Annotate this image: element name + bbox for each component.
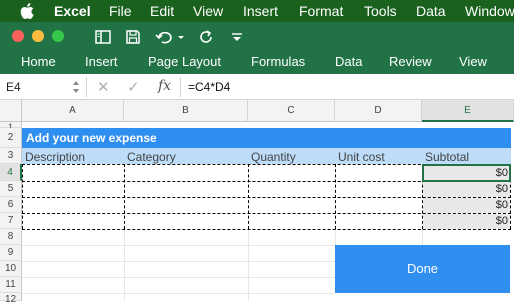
subtotal-value: $0	[495, 183, 508, 195]
row-header-9[interactable]: 9	[0, 245, 22, 261]
tab-data[interactable]: Data	[335, 54, 362, 69]
tab-formulas[interactable]: Formulas	[251, 54, 305, 69]
menu-excel[interactable]: Excel	[54, 3, 91, 19]
table-border	[22, 197, 511, 198]
column-header-c[interactable]: C	[248, 100, 335, 122]
column-header-d[interactable]: D	[335, 100, 422, 122]
ribbon-tabs: Home Insert Page Layout Formulas Data Re…	[0, 50, 514, 74]
table-border	[335, 164, 336, 229]
name-box-stepper-icon[interactable]	[72, 78, 80, 96]
formula-bar-divider	[86, 77, 87, 97]
header-description: Description	[25, 150, 86, 164]
table-border	[124, 164, 125, 229]
zoom-window-button[interactable]	[52, 30, 64, 42]
menu-data[interactable]: Data	[416, 3, 446, 19]
table-border	[22, 213, 511, 214]
row-header-6[interactable]: 6	[0, 197, 22, 213]
grid-line	[124, 229, 125, 301]
menu-edit[interactable]: Edit	[150, 3, 174, 19]
tab-page-layout[interactable]: Page Layout	[148, 54, 221, 69]
title-bar	[0, 22, 514, 50]
grid-line	[422, 229, 423, 245]
menu-bar: Excel File Edit View Insert Format Tools…	[0, 0, 514, 22]
table-border	[248, 164, 249, 229]
menu-insert[interactable]: Insert	[243, 3, 278, 19]
tab-review[interactable]: Review	[389, 54, 432, 69]
row-header-12[interactable]: 12	[0, 293, 22, 305]
header-quantity: Quantity	[251, 150, 296, 164]
insert-function-icon[interactable]: fx	[158, 78, 171, 94]
column-header-e[interactable]: E	[422, 100, 514, 122]
tab-home[interactable]: Home	[21, 54, 56, 69]
grid-line	[335, 229, 336, 245]
subtotal-value: $0	[495, 199, 508, 211]
header-unit-cost: Unit cost	[338, 150, 385, 164]
close-window-button[interactable]	[12, 30, 24, 42]
form-title: Add your new expense	[26, 131, 157, 145]
grid-line	[22, 245, 335, 246]
menu-window[interactable]: Window	[465, 3, 514, 19]
undo-icon[interactable]	[154, 28, 186, 46]
row-header-10[interactable]: 10	[0, 261, 22, 277]
row-header-3[interactable]: 3	[0, 148, 22, 164]
sidebar-toggle-icon[interactable]	[94, 28, 112, 46]
tab-view[interactable]: View	[459, 54, 487, 69]
row-header-2[interactable]: 2	[0, 128, 22, 148]
grid-line	[248, 229, 249, 301]
table-border	[22, 164, 23, 229]
minimize-window-button[interactable]	[32, 30, 44, 42]
table-border	[22, 229, 511, 230]
redo-icon[interactable]	[198, 28, 216, 46]
done-button[interactable]: Done	[335, 245, 510, 293]
row-header-8[interactable]: 8	[0, 229, 22, 245]
apple-icon[interactable]	[20, 1, 36, 21]
menu-file[interactable]: File	[109, 3, 132, 19]
menu-format[interactable]: Format	[299, 3, 343, 19]
cancel-entry-icon[interactable]: ✕	[97, 78, 110, 96]
header-subtotal: Subtotal	[425, 150, 470, 164]
grid-line	[22, 293, 335, 294]
formula-input[interactable]: =C4*D4	[188, 80, 230, 94]
formula-bar: E4 ✕ ✓ fx =C4*D4	[0, 74, 514, 100]
column-header-a[interactable]: A	[22, 100, 124, 122]
row-header-5[interactable]: 5	[0, 181, 22, 197]
confirm-entry-icon[interactable]: ✓	[127, 78, 140, 96]
name-box[interactable]: E4	[6, 80, 21, 94]
select-all-corner[interactable]	[0, 100, 22, 122]
formula-bar-divider	[180, 77, 181, 97]
header-category: Category	[127, 150, 176, 164]
tab-insert[interactable]: Insert	[85, 54, 118, 69]
subtotal-value: $0	[495, 215, 508, 227]
active-cell-selection[interactable]	[422, 164, 511, 182]
grid-line	[22, 261, 335, 262]
row-header-4[interactable]: 4	[0, 164, 22, 181]
menu-view[interactable]: View	[193, 3, 223, 19]
row-header-7[interactable]: 7	[0, 213, 22, 229]
save-icon[interactable]	[124, 28, 142, 46]
grid-line	[22, 277, 335, 278]
column-header-b[interactable]: B	[124, 100, 248, 122]
customize-toolbar-icon[interactable]	[230, 28, 244, 46]
menu-tools[interactable]: Tools	[364, 3, 397, 19]
row-header-11[interactable]: 11	[0, 277, 22, 293]
